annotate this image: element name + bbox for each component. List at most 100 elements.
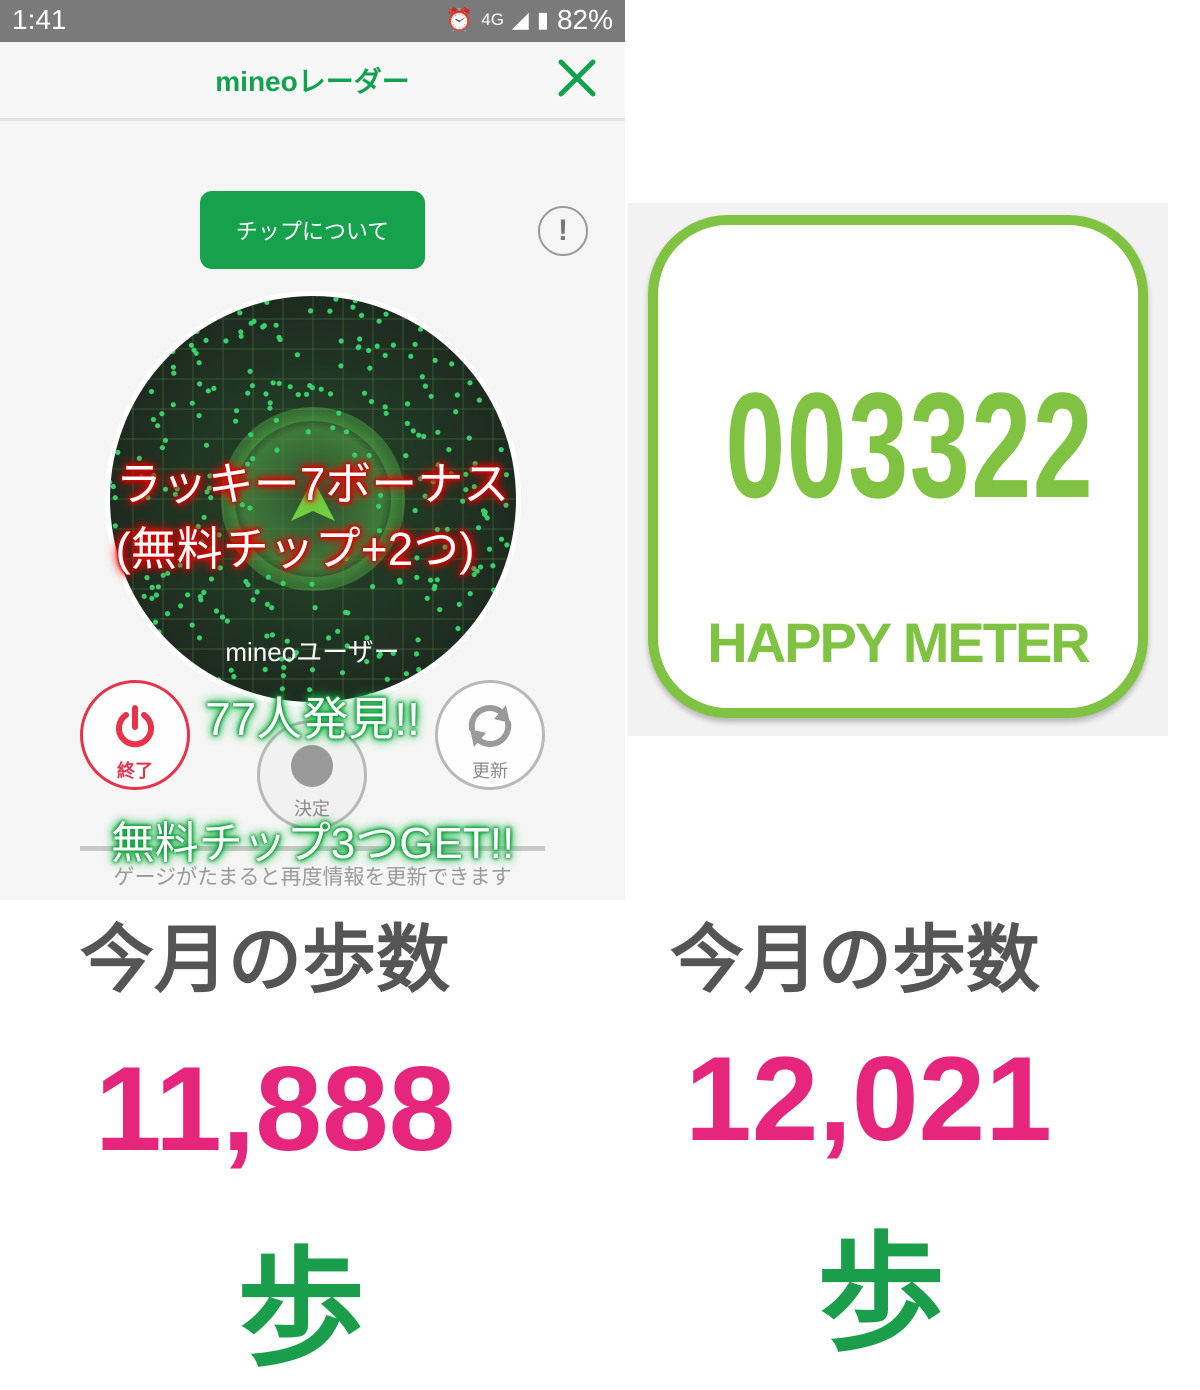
- radar-user-dot: [248, 320, 254, 326]
- found-users-count: 77人発見!!: [205, 693, 420, 745]
- radar-user-dot: [174, 316, 180, 322]
- phone-screenshot: 1:41 ⏰ 4G ◢ ▮ 82% mineoレーダー チップについて ! ラッ…: [0, 0, 625, 900]
- radar-user-dot: [499, 289, 504, 292]
- radar-user-dot: [264, 601, 270, 607]
- radar-user-dot: [155, 584, 161, 590]
- steps-value-left: 11,888: [95, 1042, 456, 1176]
- signal-icon: ◢: [511, 7, 529, 32]
- steps-title-right: 今月の歩数: [670, 917, 1040, 1003]
- radar-user-dot: [497, 623, 503, 629]
- radar-user-dot: [196, 413, 202, 419]
- radar-user-dot: [197, 594, 203, 600]
- radar-user-dot: [156, 336, 162, 342]
- radar-user-dot: [368, 398, 375, 405]
- radar-user-dot: [171, 302, 177, 308]
- radar-user-dot: [231, 673, 237, 680]
- radar-user-dot: [404, 420, 410, 426]
- radar-user-dot: [343, 609, 349, 615]
- radar-user-dot: [132, 289, 137, 294]
- close-icon[interactable]: [555, 56, 599, 100]
- radar-user-dot: [141, 593, 147, 599]
- radar-user-dot: [263, 391, 269, 397]
- radar-user-dot: [327, 308, 333, 314]
- radar-user-dot: [174, 307, 180, 313]
- radar-user-dot: [505, 385, 511, 391]
- radar-user-dot: [224, 618, 230, 624]
- radar-user-dot: [455, 625, 461, 632]
- radar-user-dot: [494, 324, 500, 330]
- happy-meter-panel: 003322 HAPPY METER: [628, 203, 1168, 736]
- radar-user-dot: [110, 616, 113, 622]
- radar-user-dot: [233, 408, 240, 414]
- radar-user-dot: [142, 323, 148, 329]
- radar-user-dot: [124, 616, 130, 622]
- radar-user-dot: [390, 342, 396, 348]
- radar-user-dot: [202, 307, 208, 313]
- radar-user-dot: [383, 311, 389, 317]
- radar-user-dot: [307, 308, 314, 314]
- radar-user-dot: [269, 605, 275, 611]
- radar-user-dot: [508, 321, 514, 327]
- radar-user-dot: [103, 438, 108, 443]
- radar-user-dot: [375, 290, 380, 295]
- radar-user-dot: [287, 384, 293, 390]
- radar-user-dot: [427, 674, 433, 680]
- radar-user-dot: [403, 671, 409, 677]
- radar-user-dot: [188, 342, 194, 348]
- radar-user-dot: [280, 673, 286, 679]
- radar-user-dot: [276, 334, 282, 340]
- radar-user-dot: [419, 374, 425, 380]
- radar-user-dot: [110, 363, 114, 369]
- radar-user-dot: [267, 405, 273, 411]
- radar-user-dot: [185, 592, 191, 598]
- radar-user-dot: [338, 363, 344, 369]
- decide-dot-icon: [291, 745, 333, 787]
- radar-user-dot: [203, 337, 209, 343]
- radar-user-dot: [270, 380, 276, 386]
- steps-title-left: 今月の歩数: [80, 917, 450, 1003]
- radar-user-dot: [162, 437, 169, 443]
- radar-user-dot: [267, 400, 273, 406]
- radar-user-dot: [250, 597, 256, 603]
- end-button-label: 終了: [117, 761, 153, 782]
- radar-user-dot: [453, 325, 459, 332]
- radar-user-dot: [404, 401, 411, 407]
- radar-user-dot: [152, 619, 159, 625]
- radar-user-dot: [164, 611, 171, 617]
- radar-user-dot: [128, 329, 134, 335]
- radar-user-dot: [148, 388, 155, 395]
- radar-user-dot: [136, 354, 142, 361]
- radar-user-dot: [358, 312, 365, 318]
- info-icon[interactable]: !: [538, 206, 588, 256]
- bonus-banner-line1: ラッキー7ボーナス: [115, 458, 510, 510]
- radar-user-dot: [201, 589, 207, 595]
- happy-meter-label: HAPPY METER: [707, 611, 1090, 674]
- radar-user-dot: [422, 383, 428, 389]
- radar-user-dot: [249, 383, 255, 389]
- radar-user-dot: [150, 416, 156, 423]
- radar-user-dot: [355, 345, 361, 351]
- radar-user-dot: [197, 381, 203, 387]
- radar-user-dot: [178, 603, 184, 609]
- radar-user-dot: [213, 608, 220, 614]
- radar-user-dot: [504, 542, 510, 548]
- radar-user-dot: [133, 655, 139, 661]
- status-bar: 1:41 ⏰ 4G ◢ ▮ 82%: [0, 0, 625, 42]
- radar-user-dot: [449, 361, 455, 367]
- radar-user-dot: [454, 392, 460, 398]
- radar-user-dot: [149, 584, 155, 590]
- radar-user-dot: [431, 586, 437, 592]
- chip-info-button[interactable]: チップについて: [200, 191, 425, 269]
- radar-user-dot: [408, 353, 414, 359]
- radar-user-dot: [136, 659, 142, 665]
- radar-user-dot: [273, 417, 279, 423]
- radar-user-dot: [238, 333, 244, 339]
- radar-user-dot: [511, 671, 516, 677]
- radar-user-dot: [350, 304, 356, 310]
- radar-user-dot: [428, 393, 434, 399]
- status-time: 1:41: [12, 4, 67, 35]
- radar-user-dot: [498, 536, 505, 542]
- radar-user-dot: [219, 614, 226, 620]
- radar-user-dot: [435, 677, 442, 683]
- radar-user-dot: [457, 298, 464, 304]
